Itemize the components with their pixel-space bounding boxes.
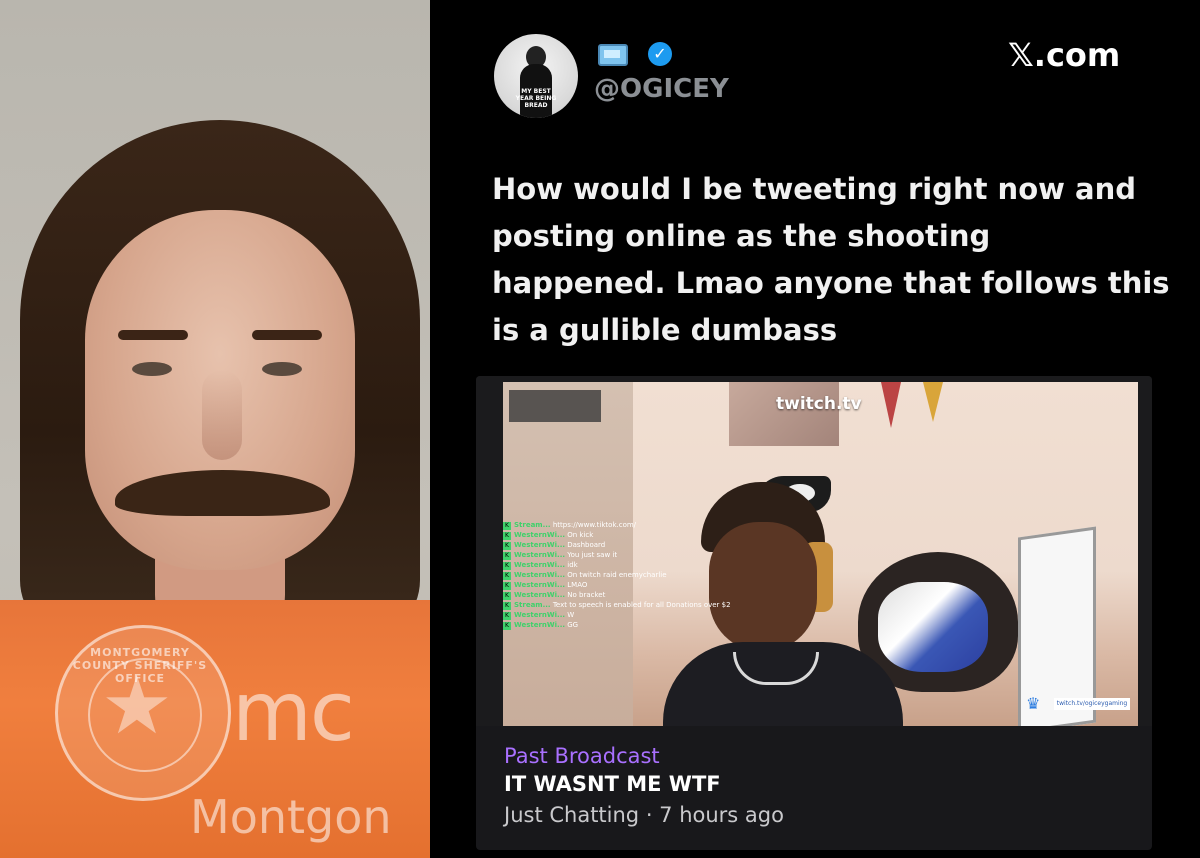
chat-line: K WesternWi... GG [503, 620, 653, 630]
chat-line: K WesternWi... No bracket [503, 590, 653, 600]
chat-user: WesternWi... [514, 531, 566, 539]
separator-dot: · [639, 803, 660, 827]
poster [509, 390, 601, 422]
chat-badge-icon: K [503, 542, 511, 550]
chat-badge-icon: K [503, 562, 511, 570]
right-eye [262, 362, 302, 376]
x-logo-icon: 𝕏 [1008, 36, 1034, 74]
chat-badge-icon: K [503, 612, 511, 620]
pennant [881, 382, 901, 428]
chat-user: WesternWi... [514, 541, 566, 549]
twitch-link-card[interactable]: K Stream... https://www.tiktok.com/ K West… [476, 376, 1152, 850]
chat-msg: On kick [567, 531, 594, 539]
watermark-montgomery: Montgon [190, 790, 392, 844]
chat-badge-icon: K [503, 522, 511, 530]
site-label: 𝕏.com [1008, 36, 1120, 74]
channel-url-tag: twitch.tv/ogiceygaming [1054, 698, 1130, 710]
chat-user: WesternWi... [514, 551, 566, 559]
tweet-panel: MY BEST YEAR BEING BREAD ✓ @OGICEY 𝕏.com… [430, 0, 1200, 858]
chat-msg: You just saw it [567, 551, 618, 559]
chat-badge-icon: K [503, 622, 511, 630]
chat-msg: On twitch raid enemycharlie [567, 571, 667, 579]
source-domain-label: twitch.tv [776, 394, 862, 414]
chat-user: Stream... [514, 521, 551, 529]
chat-msg: LMAO [567, 581, 588, 589]
chat-msg: Dashboard [567, 541, 606, 549]
chat-line: K WesternWi... idk [503, 560, 653, 570]
chat-msg: GG [567, 621, 579, 629]
chat-msg: W [567, 611, 575, 619]
left-eyebrow [118, 330, 188, 340]
chat-user: WesternWi... [514, 621, 566, 629]
nose [202, 370, 242, 460]
profile-avatar[interactable]: MY BEST YEAR BEING BREAD [494, 34, 578, 118]
chat-badge-icon: K [503, 572, 511, 580]
left-eye [132, 362, 172, 376]
tweet-text: How would I be tweeting right now and po… [492, 172, 1170, 347]
chat-line: K WesternWi... On kick [503, 530, 653, 540]
video-title[interactable]: IT WASNT ME WTF [504, 770, 784, 798]
chat-badge-icon: K [503, 582, 511, 590]
chat-user: WesternWi... [514, 561, 566, 569]
streamer-face [709, 522, 817, 652]
chat-line: K Stream... https://www.tiktok.com/ [503, 520, 653, 530]
chat-badge-icon: K [503, 602, 511, 610]
site-domain: .com [1033, 36, 1121, 74]
right-eyebrow [252, 330, 322, 340]
stream-chat-overlay: K Stream... https://www.tiktok.com/ K West… [503, 520, 731, 630]
chat-line: K WesternWi... Dashboard [503, 540, 653, 550]
avatar-shirt-text: MY BEST YEAR BEING BREAD [515, 88, 557, 109]
video-thumbnail[interactable]: K Stream... https://www.tiktok.com/ K West… [476, 376, 1152, 726]
chat-badge-icon: K [503, 532, 511, 540]
chat-user: WesternWi... [514, 581, 566, 589]
broadcast-status: Past Broadcast [504, 744, 660, 768]
chat-msg: idk [567, 561, 578, 569]
chat-user: WesternWi... [514, 591, 566, 599]
chat-msg: https://www.tiktok.com/ [552, 521, 637, 529]
crown-icon: ♛ [1026, 694, 1041, 713]
chat-user: WesternWi... [514, 571, 566, 579]
video-subtitle: Just Chatting · 7 hours ago [504, 798, 784, 832]
chat-line: K Stream... Text to speech is enabled for… [503, 600, 731, 610]
user-handle[interactable]: @OGICEY [594, 74, 729, 104]
verified-check-icon: ✓ [648, 42, 672, 66]
chat-badge-icon: K [503, 592, 511, 600]
category[interactable]: Just Chatting [504, 803, 639, 827]
chat-line: K WesternWi... W [503, 610, 653, 620]
badge-text: MONTGOMERY COUNTY SHERIFF'S OFFICE [72, 646, 208, 685]
time-ago: 7 hours ago [659, 803, 784, 827]
chat-line: K WesternWi... LMAO [503, 580, 653, 590]
wall-poster [729, 382, 839, 446]
chat-line: K WesternWi... You just saw it [503, 550, 653, 560]
chat-user: WesternWi... [514, 611, 566, 619]
pennant [923, 382, 943, 422]
chat-msg: Text to speech is enabled for all Donati… [552, 601, 731, 609]
chat-user: Stream... [514, 601, 551, 609]
stream-scene: K Stream... https://www.tiktok.com/ K West… [503, 382, 1138, 726]
ice-emoji-icon [598, 44, 628, 66]
card-meta: Past Broadcast IT WASNT ME WTF Just Chat… [504, 742, 784, 832]
watermark-mc: mc [232, 665, 355, 760]
chat-badge-icon: K [503, 552, 511, 560]
mugshot-photo: ★ MONTGOMERY COUNTY SHERIFF'S OFFICE mc … [0, 0, 430, 858]
chat-msg: No bracket [567, 591, 606, 599]
chat-line: K WesternWi... On twitch raid enemycharli… [503, 570, 667, 580]
